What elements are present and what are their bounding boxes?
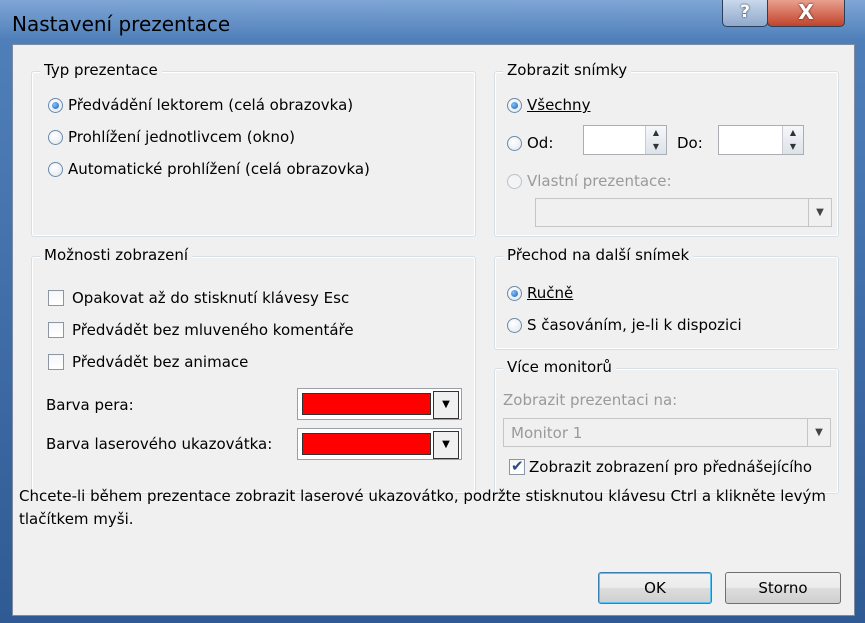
radio-icon[interactable] <box>507 285 522 301</box>
radio-od[interactable]: Od: <box>507 134 553 152</box>
monitor-label: Zobrazit prezentaci na: <box>503 391 677 409</box>
chevron-down-icon: ▼ <box>808 199 831 226</box>
group-vice-monitoru: Více monitorů Zobrazit prezentaci na: Mo… <box>494 358 839 494</box>
radio-label: Vlastní prezentace: <box>527 172 672 190</box>
cancel-button[interactable]: Storno <box>725 572 841 604</box>
dialog-window: Nastavení prezentace ? X Typ prezentace … <box>0 0 865 623</box>
radio-prohlizeni-jednotlivcem[interactable]: Prohlížení jednotlivcem (okno) <box>48 128 295 146</box>
color-swatch <box>302 433 431 455</box>
group-legend: Možnosti zobrazení <box>40 246 193 264</box>
spinner-arrows[interactable]: ▲ ▼ <box>645 126 666 154</box>
monitor-select: Monitor 1 ▼ <box>503 418 831 447</box>
check-opakovat[interactable]: Opakovat až do stisknutí klávesy Esc <box>48 289 349 307</box>
do-label: Do: <box>677 134 703 152</box>
radio-icon[interactable] <box>48 161 63 177</box>
group-moznosti-zobrazeni: Možnosti zobrazení Opakovat až do stiskn… <box>31 246 476 494</box>
laser-color-picker[interactable]: ▼ <box>297 428 462 460</box>
radio-icon <box>507 173 522 189</box>
radio-label: Ručně <box>527 284 574 302</box>
checkbox-label: Předvádět bez mluveného komentáře <box>72 321 354 339</box>
spin-down-icon[interactable]: ▼ <box>783 140 803 154</box>
close-icon: X <box>798 0 814 24</box>
checkbox[interactable] <box>48 354 64 370</box>
check-bez-komentare[interactable]: Předvádět bez mluveného komentáře <box>48 321 354 339</box>
checkbox-label: Opakovat až do stisknutí klávesy Esc <box>72 289 350 307</box>
check-presenter-view[interactable]: Zobrazit zobrazení pro přednášejícího <box>509 457 813 476</box>
window-title: Nastavení prezentace <box>12 12 231 36</box>
radio-icon[interactable] <box>48 129 63 145</box>
group-prechod: Přechod na další snímek Ručně S časování… <box>494 246 839 350</box>
group-legend: Více monitorů <box>503 358 616 376</box>
radio-icon[interactable] <box>507 97 522 113</box>
spin-down-icon[interactable]: ▼ <box>646 140 666 154</box>
checkbox[interactable] <box>48 290 64 306</box>
radio-vsechny[interactable]: Všechny <box>507 96 590 114</box>
chevron-down-icon[interactable]: ▼ <box>433 391 459 419</box>
radio-s-casovanim[interactable]: S časováním, je-li k dispozici <box>507 316 742 334</box>
spinner-arrows[interactable]: ▲ ▼ <box>782 126 803 154</box>
pen-color-picker[interactable]: ▼ <box>297 388 462 420</box>
checkbox-label: Zobrazit zobrazení pro přednášejícího <box>529 458 813 476</box>
do-label-text: Do: <box>677 134 703 152</box>
checkbox[interactable] <box>48 322 64 338</box>
radio-label: S časováním, je-li k dispozici <box>527 316 742 334</box>
radio-vlastni-prezentace: Vlastní prezentace: <box>507 172 672 190</box>
radio-icon[interactable] <box>48 97 63 113</box>
radio-predvadeni-lektorem[interactable]: Předvádění lektorem (celá obrazovka) <box>48 96 353 114</box>
label-text: Barva laserového ukazovátka: <box>46 435 273 453</box>
radio-rucne[interactable]: Ručně <box>507 284 573 302</box>
radio-icon[interactable] <box>507 317 522 333</box>
help-icon: ? <box>740 2 750 22</box>
group-zobrazit-snimky: Zobrazit snímky Všechny Od: ▲ ▼ Do: ▲ ▼ Vl… <box>494 61 839 237</box>
group-typ-prezentace: Typ prezentace Předvádění lektorem (celá… <box>31 61 476 237</box>
radio-label: Automatické prohlížení (celá obrazovka) <box>68 160 370 178</box>
chevron-down-icon[interactable]: ▼ <box>433 431 459 459</box>
radio-icon[interactable] <box>507 135 522 151</box>
radio-label: Od: <box>527 134 554 152</box>
color-swatch <box>302 393 431 415</box>
laser-color-label: Barva laserového ukazovátka: <box>46 435 272 453</box>
group-legend: Typ prezentace <box>40 61 162 79</box>
do-spinner[interactable]: ▲ ▼ <box>718 125 804 155</box>
label-text: Zobrazit prezentaci na: <box>503 391 678 409</box>
monitor-value: Monitor 1 <box>511 424 583 442</box>
group-legend: Zobrazit snímky <box>503 61 632 79</box>
spin-up-icon[interactable]: ▲ <box>783 126 803 140</box>
title-bar[interactable]: Nastavení prezentace ? X <box>0 0 865 44</box>
group-legend: Přechod na další snímek <box>503 246 694 264</box>
ok-button[interactable]: OK <box>598 572 712 604</box>
radio-label: Předvádění lektorem (celá obrazovka) <box>68 96 354 114</box>
dialog-client: Typ prezentace Předvádění lektorem (celá… <box>12 44 855 616</box>
laser-hint-text: Chcete-li během prezentace zobrazit lase… <box>19 487 826 528</box>
radio-label: Všechny <box>527 96 591 114</box>
checkbox-label: Předvádět bez animace <box>72 353 249 371</box>
od-spinner[interactable]: ▲ ▼ <box>583 125 667 155</box>
pen-color-label: Barva pera: <box>46 396 134 414</box>
radio-automaticke-prohlizeni[interactable]: Automatické prohlížení (celá obrazovka) <box>48 160 370 178</box>
spin-up-icon[interactable]: ▲ <box>646 126 666 140</box>
help-button[interactable]: ? <box>722 0 768 27</box>
label-text: Barva pera: <box>46 396 134 414</box>
radio-label: Prohlížení jednotlivcem (okno) <box>68 128 295 146</box>
checkbox[interactable] <box>509 457 525 475</box>
vlastni-prezentace-select: ▼ <box>535 198 832 227</box>
chevron-down-icon: ▼ <box>807 419 830 446</box>
close-button[interactable]: X <box>767 0 845 27</box>
check-bez-animace[interactable]: Předvádět bez animace <box>48 353 248 371</box>
